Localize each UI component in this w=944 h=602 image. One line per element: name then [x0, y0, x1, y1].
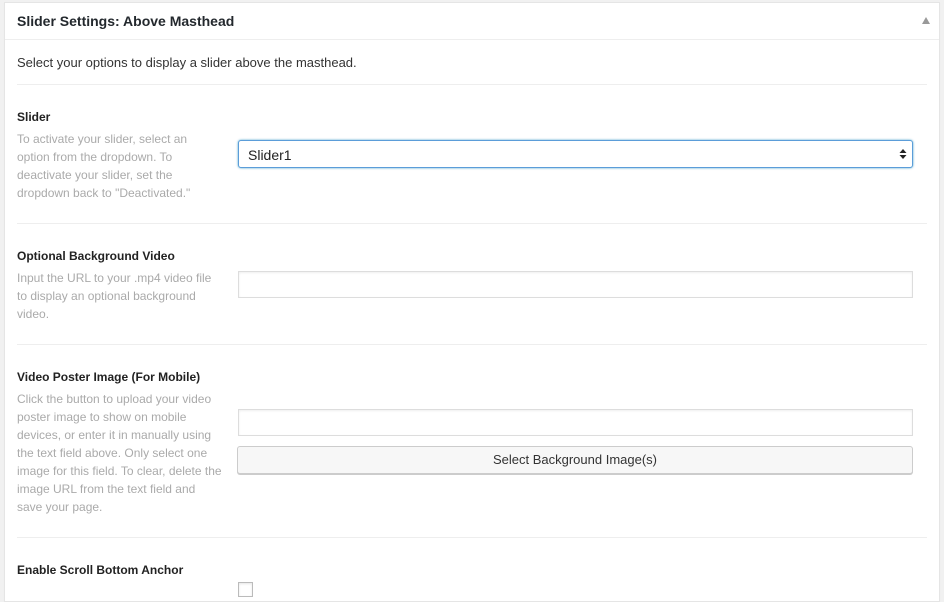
slider-description: To activate your slider, select an optio…: [17, 132, 191, 200]
metabox-header[interactable]: Slider Settings: Above Masthead: [5, 3, 939, 40]
slider-settings-metabox: Slider Settings: Above Masthead Select y…: [4, 2, 940, 602]
scroll-anchor-label: Enable Scroll Bottom Anchor: [17, 563, 184, 577]
slider-label: Slider: [17, 110, 51, 124]
poster-image-description: Click the button to upload your video po…: [17, 392, 222, 514]
background-video-description: Input the URL to your .mp4 video file to…: [17, 271, 212, 321]
divider: [17, 223, 927, 224]
poster-image-input[interactable]: [238, 409, 913, 436]
divider: [17, 344, 927, 345]
scroll-anchor-checkbox[interactable]: [238, 582, 253, 597]
collapse-toggle-icon[interactable]: [922, 17, 930, 24]
divider: [17, 537, 927, 538]
poster-image-label: Video Poster Image (For Mobile): [17, 370, 201, 384]
slider-select[interactable]: Slider1: [238, 140, 913, 168]
metabox-intro: Select your options to display a slider …: [17, 55, 357, 70]
select-background-image-button[interactable]: Select Background Image(s): [237, 446, 913, 474]
background-video-label: Optional Background Video: [17, 249, 175, 263]
metabox-title: Slider Settings: Above Masthead: [17, 13, 235, 29]
divider: [17, 84, 927, 85]
background-video-input[interactable]: [238, 271, 913, 298]
slider-select-value: Slider1: [248, 147, 292, 163]
select-arrows-icon: [899, 149, 907, 159]
